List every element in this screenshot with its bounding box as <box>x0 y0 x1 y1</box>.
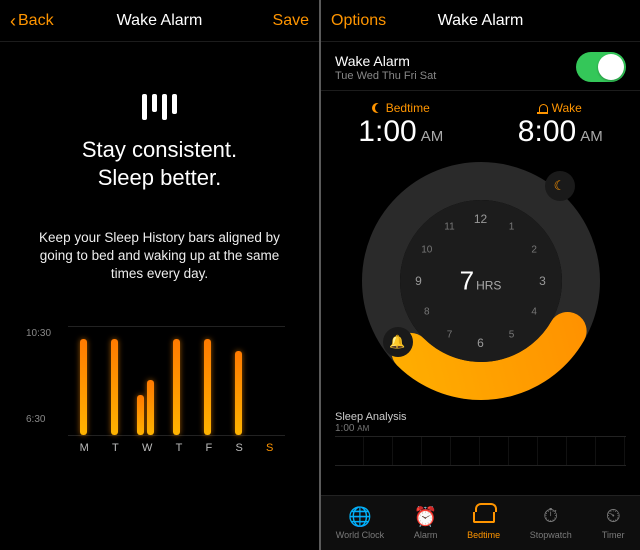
sleep-bars-icon <box>26 94 293 120</box>
wake-value: 8:00 <box>518 115 576 149</box>
tab-label: World Clock <box>336 530 384 540</box>
nav-title: Wake Alarm <box>438 12 524 30</box>
moon-icon: ☾ <box>554 178 566 194</box>
bedtime-value: 1:00 <box>358 115 416 149</box>
wake-alarm-title: Wake Alarm <box>335 53 436 69</box>
bedtime-handle[interactable]: 🔔 <box>383 327 413 357</box>
clock-number: 1 <box>509 222 515 233</box>
wake-alarm-main-screen: Options Wake Alarm Wake Alarm Tue Wed Th… <box>321 0 640 550</box>
clock-number: 7 <box>447 329 453 340</box>
axis-label-top: 10:30 <box>26 328 51 339</box>
moon-icon <box>372 103 382 113</box>
day-label: M <box>80 442 89 454</box>
description: Keep your Sleep History bars aligned by … <box>26 229 293 284</box>
back-label: Back <box>18 12 54 30</box>
sleep-history-chart: 10:30 6:30 M T W T F S S <box>26 326 293 476</box>
day-labels: M T W T F S S <box>68 442 285 454</box>
day-label: W <box>142 442 152 454</box>
clock-number: 5 <box>509 329 515 340</box>
headline: Stay consistent. Sleep better. <box>26 136 293 191</box>
intro-body: Stay consistent. Sleep better. Keep your… <box>0 42 319 476</box>
clock-number: 10 <box>421 245 432 256</box>
globe-icon: 🌐 <box>348 506 372 528</box>
clock-numbers: 121234567891011 <box>400 200 562 362</box>
sleep-analysis-graph <box>335 436 626 466</box>
headline-line1: Stay consistent. <box>82 137 237 162</box>
alarm-icon: ⏰ <box>414 506 438 528</box>
clock-number: 6 <box>477 336 484 350</box>
chevron-left-icon: ‹ <box>10 12 16 30</box>
dial-face: 7HRS 121234567891011 <box>400 200 562 362</box>
tab-world-clock[interactable]: 🌐 World Clock <box>336 506 384 540</box>
sleep-analysis-time: 1:00 AM <box>321 423 640 434</box>
navbar: ‹ Back Wake Alarm Save <box>0 0 319 42</box>
wake-alarm-row: Wake Alarm Tue Wed Thu Fri Sat <box>321 42 640 91</box>
wake-alarm-intro-screen: ‹ Back Wake Alarm Save Stay consistent. … <box>0 0 319 550</box>
clock-number: 2 <box>531 245 537 256</box>
clock-number: 4 <box>531 307 537 318</box>
save-button[interactable]: Save <box>249 12 309 30</box>
clock-number: 9 <box>415 274 422 288</box>
tab-stopwatch[interactable]: ⏱ Stopwatch <box>530 506 572 540</box>
wake-alarm-days: Tue Wed Thu Fri Sat <box>335 70 436 82</box>
tab-label: Stopwatch <box>530 530 572 540</box>
bed-icon <box>472 506 496 528</box>
bell-icon: 🔔 <box>389 334 405 350</box>
clock-number: 3 <box>539 274 546 288</box>
options-button[interactable]: Options <box>331 12 391 30</box>
wake-alarm-toggle[interactable] <box>576 52 626 82</box>
sleep-analysis-label: Sleep Analysis <box>321 401 640 423</box>
day-label: T <box>176 442 183 454</box>
tab-alarm[interactable]: ⏰ Alarm <box>414 506 438 540</box>
chart-columns <box>68 326 285 436</box>
day-label: F <box>206 442 213 454</box>
clock-number: 12 <box>474 212 487 226</box>
tab-timer[interactable]: ⏲ Timer <box>601 506 625 540</box>
navbar: Options Wake Alarm <box>321 0 640 42</box>
clock-number: 11 <box>444 222 454 233</box>
bedtime-ampm: AM <box>421 128 444 145</box>
day-label: T <box>112 442 119 454</box>
bell-icon <box>539 104 548 113</box>
day-label: S <box>266 442 273 454</box>
timer-icon: ⏲ <box>601 506 625 528</box>
day-label: S <box>235 442 242 454</box>
options-label: Options <box>331 12 386 30</box>
stopwatch-icon: ⏱ <box>539 506 563 528</box>
tab-bar: 🌐 World Clock ⏰ Alarm Bedtime ⏱ Stopwatc… <box>321 495 640 550</box>
bedtime-label: Bedtime <box>386 101 430 115</box>
wake-alarm-text: Wake Alarm Tue Wed Thu Fri Sat <box>335 53 436 82</box>
axis-label-bottom: 6:30 <box>26 414 45 425</box>
clock-number: 8 <box>424 307 430 318</box>
times-row: Bedtime 1:00 AM Wake 8:00 AM <box>321 91 640 155</box>
tab-label: Timer <box>602 530 625 540</box>
bedtime-block: Bedtime 1:00 AM <box>358 101 443 149</box>
tab-label: Bedtime <box>467 530 500 540</box>
wake-label: Wake <box>552 101 582 115</box>
tab-label: Alarm <box>414 530 438 540</box>
wake-block: Wake 8:00 AM <box>518 101 603 149</box>
tab-bedtime[interactable]: Bedtime <box>467 506 500 540</box>
save-label: Save <box>273 12 309 30</box>
wake-handle[interactable]: ☾ <box>545 171 575 201</box>
sleep-dial[interactable]: 7HRS 121234567891011 🔔 ☾ <box>361 161 601 401</box>
nav-title: Wake Alarm <box>117 12 203 30</box>
headline-line2: Sleep better. <box>98 165 222 190</box>
back-button[interactable]: ‹ Back <box>10 12 70 30</box>
wake-ampm: AM <box>580 128 603 145</box>
